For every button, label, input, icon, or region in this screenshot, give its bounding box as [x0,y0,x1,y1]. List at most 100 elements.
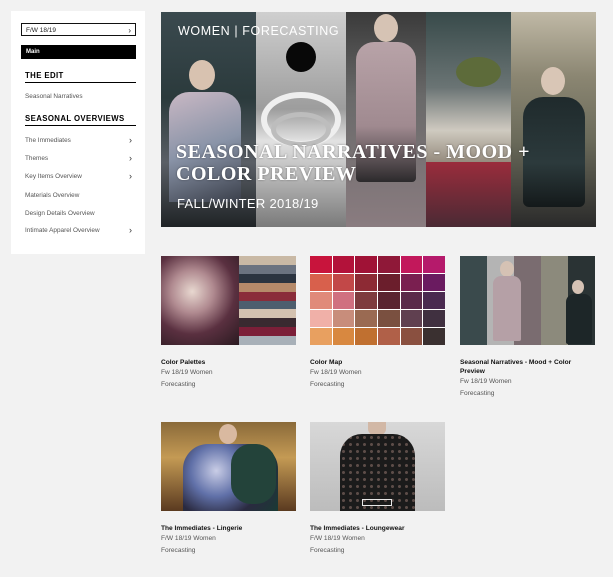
card-thumbnail [310,256,445,345]
card-thumbnail [460,256,595,345]
chevron-right-icon: › [129,135,132,145]
card-seasonal-narratives[interactable]: Seasonal Narratives - Mood + Color Previ… [460,256,595,399]
sidebar-item-label: Design Details Overview [25,210,95,217]
hero-tag: WOMEN | FORECASTING [178,24,340,38]
card-title: Seasonal Narratives - Mood + Color Previ… [460,359,572,375]
palette-stripe [239,282,296,292]
season-select-value: F/W 18/19 [26,27,56,34]
color-swatch [400,310,423,327]
palette-stripe [239,273,296,283]
card-category: Forecasting [310,546,345,554]
chevron-right-icon: › [129,153,132,163]
sidebar-item-label: Materials Overview [25,192,80,199]
palette-stripe [239,264,296,274]
sidebar-item-the-immediates[interactable]: The Immediates › [25,135,132,145]
hero-title: SEASONAL NARRATIVES - MOOD + COLOR PREVI… [176,141,530,185]
chevron-right-icon: › [128,26,131,35]
hero-subtitle: FALL/WINTER 2018/19 [177,196,319,211]
card-immediates-lingerie[interactable]: The Immediates - Lingerie F/W 18/19 Wome… [161,422,296,556]
hero-image-model-center [346,12,426,227]
palette-stripe [239,336,296,345]
palette-stripe [239,300,296,310]
color-swatch [400,256,423,273]
color-swatch [310,328,332,345]
color-swatch [423,274,445,291]
palette-stripe [239,256,296,265]
chevron-right-icon: › [129,225,132,235]
hero-banner[interactable]: WOMEN | FORECASTING SEASONAL NARRATIVES … [161,12,596,227]
color-swatch [377,274,400,291]
color-map-grid [310,256,445,345]
card-category: Forecasting [161,380,196,388]
card-thumbnail [161,256,296,345]
card-season: Fw 18/19 Women [460,378,512,385]
card-category: Forecasting [460,389,495,397]
card-title: Color Palettes [161,359,206,366]
sidebar-item-intimate-apparel[interactable]: Intimate Apparel Overview › [25,225,132,235]
color-swatch [332,274,355,291]
palette-stripe [239,327,296,337]
color-swatch [377,292,400,309]
palette-stripes [239,256,296,345]
color-swatch [423,292,445,309]
color-swatch [310,256,332,273]
hero-image-architecture [256,12,346,227]
color-swatch [332,256,355,273]
color-swatch [423,310,445,327]
card-season: Fw 18/19 Women [161,369,213,376]
color-swatch [355,292,377,309]
sidebar-item-label: Intimate Apparel Overview [25,227,100,234]
card-season: Fw 18/19 Women [310,369,362,376]
sidebar: F/W 18/19 › Main THE EDIT Seasonal Narra… [11,11,145,254]
color-swatch [355,328,377,345]
hero-image-model-right [511,12,596,227]
sidebar-item-design-details[interactable]: Design Details Overview [25,210,132,217]
palette-stripe [239,291,296,301]
main-button[interactable]: Main [21,45,136,59]
color-swatch [355,310,377,327]
color-swatch [310,274,332,291]
card-season: F/W 18/19 Women [161,535,216,542]
card-title: The Immediates - Lingerie [161,525,243,532]
palette-stripe [239,318,296,328]
sidebar-item-seasonal-narratives[interactable]: Seasonal Narratives [25,93,132,100]
sidebar-item-label: Themes [25,155,49,162]
hero-image-model-left [161,12,256,227]
card-thumbnail [310,422,445,511]
color-swatch [332,292,355,309]
card-title: Color Map [310,359,343,366]
card-immediates-loungewear[interactable]: The Immediates - Loungewear F/W 18/19 Wo… [310,422,445,556]
sidebar-item-label: Seasonal Narratives [25,93,83,100]
the-edit-heading: THE EDIT [25,71,136,83]
season-select[interactable]: F/W 18/19 › [21,23,136,36]
color-swatch [377,256,400,273]
sidebar-item-materials[interactable]: Materials Overview [25,192,132,199]
color-swatch [377,328,400,345]
color-swatch [310,292,332,309]
chevron-right-icon: › [129,171,132,181]
sidebar-item-label: Key Items Overview [25,173,82,180]
card-thumbnail [161,422,296,511]
color-swatch [400,274,423,291]
color-swatch [355,274,377,291]
hero-image-landscape [426,12,511,227]
card-category: Forecasting [310,380,345,388]
card-color-map[interactable]: Color Map Fw 18/19 Women Forecasting [310,256,445,390]
color-swatch [400,328,423,345]
color-swatch [423,256,445,273]
sidebar-item-key-items[interactable]: Key Items Overview › [25,171,132,181]
color-swatch [355,256,377,273]
palette-stripe [239,309,296,319]
sidebar-item-label: The Immediates [25,137,71,144]
color-swatch [423,328,445,345]
card-season: F/W 18/19 Women [310,535,365,542]
sidebar-item-themes[interactable]: Themes › [25,153,132,163]
color-swatch [332,310,355,327]
card-category: Forecasting [161,546,196,554]
color-swatch [332,328,355,345]
seasonal-overviews-heading: SEASONAL OVERVIEWS [25,114,136,126]
card-color-palettes[interactable]: Color Palettes Fw 18/19 Women Forecastin… [161,256,296,390]
color-swatch [377,310,400,327]
card-title: The Immediates - Loungewear [310,525,405,532]
color-swatch [400,292,423,309]
